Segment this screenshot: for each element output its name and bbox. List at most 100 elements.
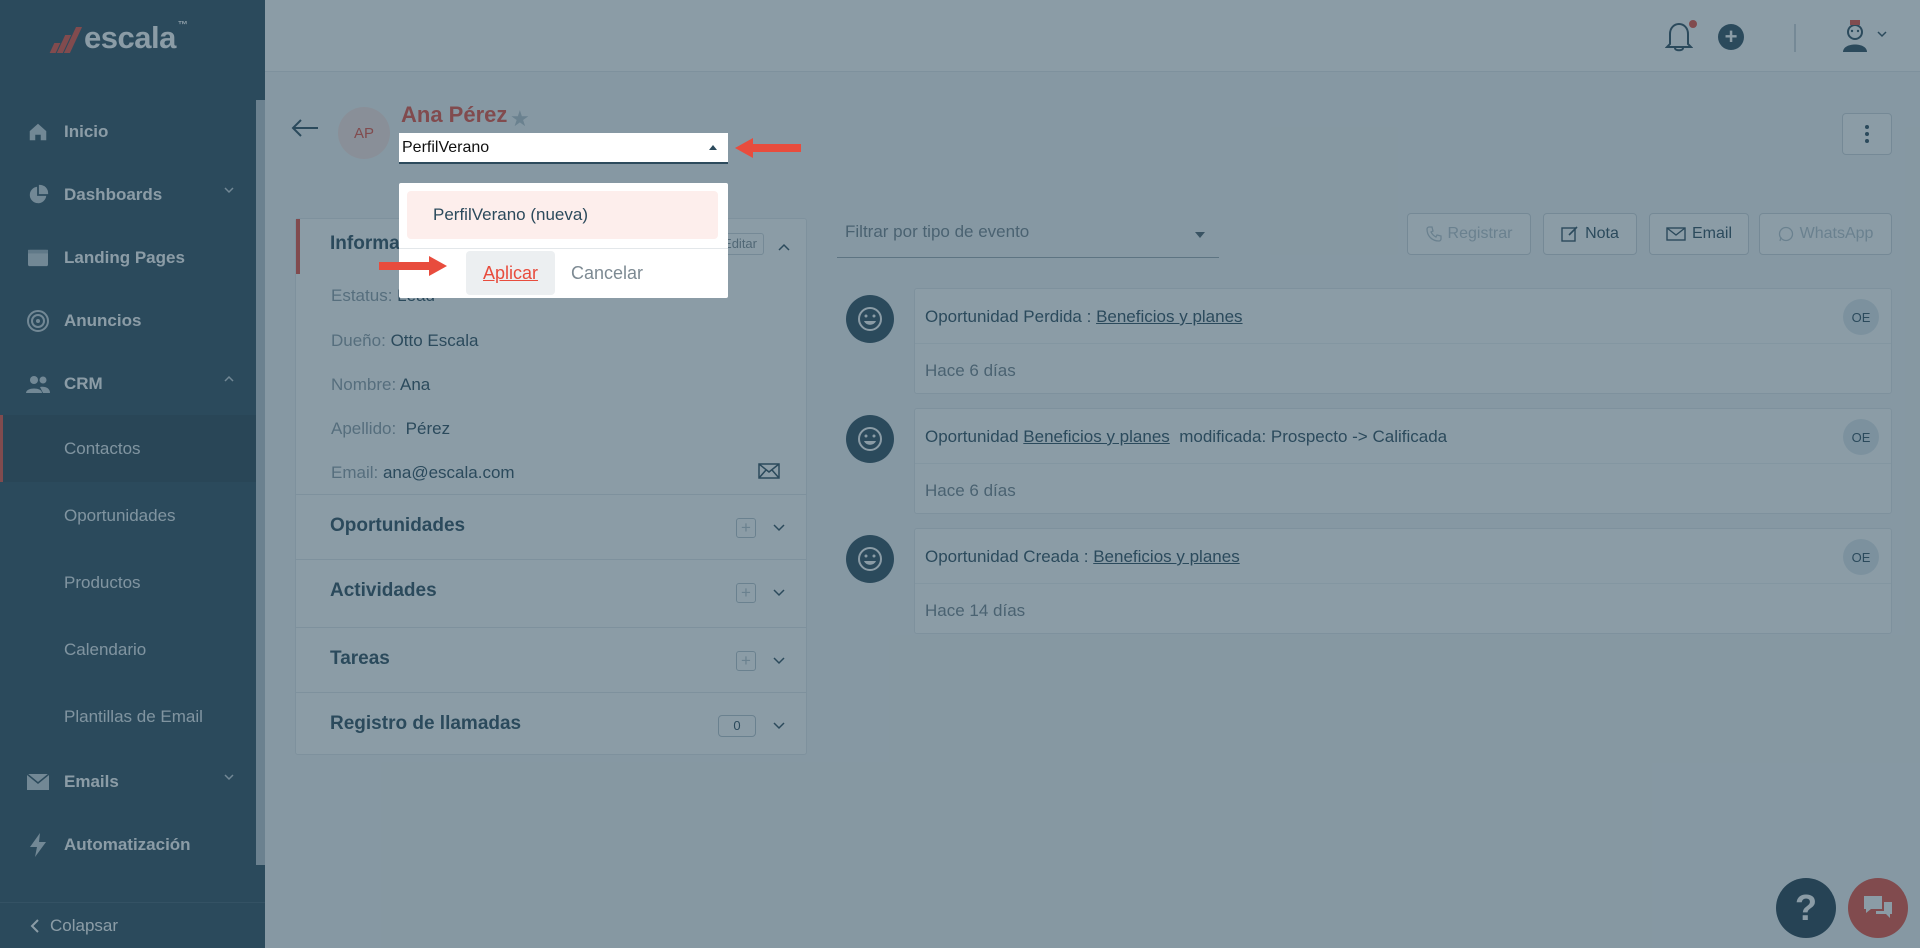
sidebar-item-anuncios[interactable]: Anuncios	[0, 289, 256, 352]
home-icon	[24, 118, 52, 146]
add-tarea-button[interactable]: +	[736, 651, 756, 671]
logo-mark-icon	[49, 23, 83, 53]
user-initials-badge: OE	[1843, 419, 1879, 455]
chevron-down-icon	[224, 187, 234, 194]
section-registro-llamadas[interactable]: Registro de llamadas 0	[296, 692, 806, 758]
envelope-icon[interactable]	[758, 463, 780, 479]
user-initials-badge: OE	[1843, 539, 1879, 575]
sidebar-item-label: Landing Pages	[64, 247, 185, 267]
caret-up-icon[interactable]	[709, 145, 717, 150]
chevron-up-icon	[224, 375, 234, 382]
event-divider	[915, 463, 1891, 464]
section-tareas[interactable]: Tareas +	[296, 627, 806, 693]
sidebar-item-crm[interactable]: CRM	[0, 352, 256, 415]
nota-button[interactable]: Nota	[1543, 213, 1637, 255]
sidebar-item-dashboards[interactable]: Dashboards	[0, 163, 256, 226]
sidebar-item-inicio[interactable]: Inicio	[0, 100, 256, 163]
opportunity-link[interactable]: Beneficios y planes	[1023, 427, 1169, 446]
filter-placeholder: Filtrar por tipo de evento	[845, 222, 1030, 241]
whatsapp-label: WhatsApp	[1799, 225, 1874, 242]
add-oportunidad-button[interactable]: +	[736, 518, 756, 538]
users-icon	[24, 370, 52, 398]
collapse-label: Colapsar	[50, 915, 119, 935]
sidebar-item-landing-pages[interactable]: Landing Pages	[0, 226, 256, 289]
pie-chart-icon	[24, 181, 52, 209]
chevron-down-icon[interactable]	[1877, 30, 1887, 38]
registrar-label: Registrar	[1447, 225, 1513, 242]
section-title: Tareas	[330, 648, 390, 669]
chat-bubble-icon	[1864, 896, 1892, 918]
field-apellido: Apellido: Pérez	[331, 419, 451, 438]
opportunity-link[interactable]: Beneficios y planes	[1093, 547, 1239, 566]
event-text: Oportunidad Perdida : Beneficios y plane…	[925, 307, 1243, 326]
event-time: Hace 14 días	[925, 601, 1026, 620]
collapse-button[interactable]: Colapsar	[0, 902, 265, 948]
field-dueno: Dueño: Otto Escala	[331, 331, 479, 350]
star-icon[interactable]: ★	[510, 106, 530, 132]
notification-dot	[1689, 20, 1697, 28]
back-arrow-icon[interactable]	[290, 118, 320, 138]
field-email: Email: ana@escala.com	[331, 463, 515, 482]
sidebar-item-label: Dashboards	[64, 184, 163, 204]
event-type-filter[interactable]: Filtrar por tipo de evento	[837, 212, 1219, 258]
call-count-badge: 0	[718, 715, 756, 737]
pointer-arrow-right-icon	[379, 256, 447, 276]
smiley-icon	[846, 415, 894, 463]
top-bar: +	[265, 0, 1920, 72]
chevron-down-icon[interactable]	[773, 589, 785, 597]
sidebar-item-label: Automatización	[64, 834, 191, 854]
pointer-arrow-left-icon	[735, 138, 801, 158]
sidebar-item-label: Inicio	[64, 121, 109, 141]
escala-logo[interactable]: escala ™	[49, 20, 188, 56]
sidebar-item-emails[interactable]: Emails	[0, 750, 256, 813]
sidebar: escala™ Inicio Dashboards Landing Pages	[0, 0, 265, 948]
chevron-up-icon[interactable]	[778, 243, 790, 251]
sidebar-item-oportunidades[interactable]: Oportunidades	[0, 482, 256, 549]
sidebar-item-label: Emails	[64, 771, 119, 791]
section-oportunidades[interactable]: Oportunidades +	[296, 494, 806, 560]
section-title: Registro de llamadas	[330, 713, 522, 734]
apply-button[interactable]: Aplicar	[466, 251, 555, 295]
edit-note-icon	[1561, 226, 1578, 242]
event-divider	[915, 343, 1891, 344]
tag-combobox[interactable]	[399, 133, 728, 164]
sidebar-item-contactos[interactable]: Contactos	[0, 415, 256, 482]
contact-avatar: AP	[338, 107, 390, 159]
chevron-down-icon[interactable]	[773, 722, 785, 730]
tag-input[interactable]	[399, 133, 728, 162]
timeline-event: Oportunidad Beneficios y planes modifica…	[914, 408, 1892, 514]
registrar-button[interactable]: Registrar	[1407, 213, 1531, 255]
header-divider	[1794, 24, 1796, 52]
opportunity-link[interactable]: Beneficios y planes	[1096, 307, 1242, 326]
email-label: Email	[1691, 225, 1732, 242]
help-button[interactable]: ?	[1776, 878, 1836, 938]
sidebar-item-calendario[interactable]: Calendario	[0, 616, 256, 683]
sidebar-item-automatizacion[interactable]: Automatización	[0, 813, 256, 876]
chevron-down-icon[interactable]	[773, 524, 785, 532]
add-button[interactable]: +	[1718, 24, 1744, 50]
event-divider	[915, 583, 1891, 584]
chat-button[interactable]	[1848, 878, 1908, 938]
add-actividad-button[interactable]: +	[736, 583, 756, 603]
sidebar-scrollbar[interactable]	[256, 100, 265, 865]
section-actividades[interactable]: Actividades +	[296, 559, 806, 625]
logo-text: escala ™	[84, 20, 188, 55]
section-title: Oportunidades	[330, 515, 466, 536]
chevron-down-icon[interactable]	[773, 657, 785, 665]
section-title: Actividades	[330, 580, 437, 601]
event-time: Hace 6 días	[925, 361, 1016, 380]
sidebar-item-plantillas-email[interactable]: Plantillas de Email	[0, 683, 256, 750]
cancel-button[interactable]: Cancelar	[571, 251, 643, 295]
smiley-icon	[846, 535, 894, 583]
timeline-event: Oportunidad Creada : Beneficios y planes…	[914, 528, 1892, 634]
user-avatar[interactable]	[1837, 18, 1873, 54]
phone-icon	[1425, 226, 1442, 242]
tag-option-new[interactable]: PerfilVerano (nueva)	[407, 191, 718, 239]
field-nombre: Nombre: Ana	[331, 375, 431, 394]
event-text: Oportunidad Creada : Beneficios y planes	[925, 547, 1240, 566]
sidebar-item-productos[interactable]: Productos	[0, 549, 256, 616]
contact-name: Ana Pérez	[401, 102, 508, 127]
email-button[interactable]: Email	[1649, 213, 1749, 255]
more-options-button[interactable]	[1842, 113, 1892, 155]
whatsapp-button[interactable]: WhatsApp	[1759, 213, 1892, 255]
